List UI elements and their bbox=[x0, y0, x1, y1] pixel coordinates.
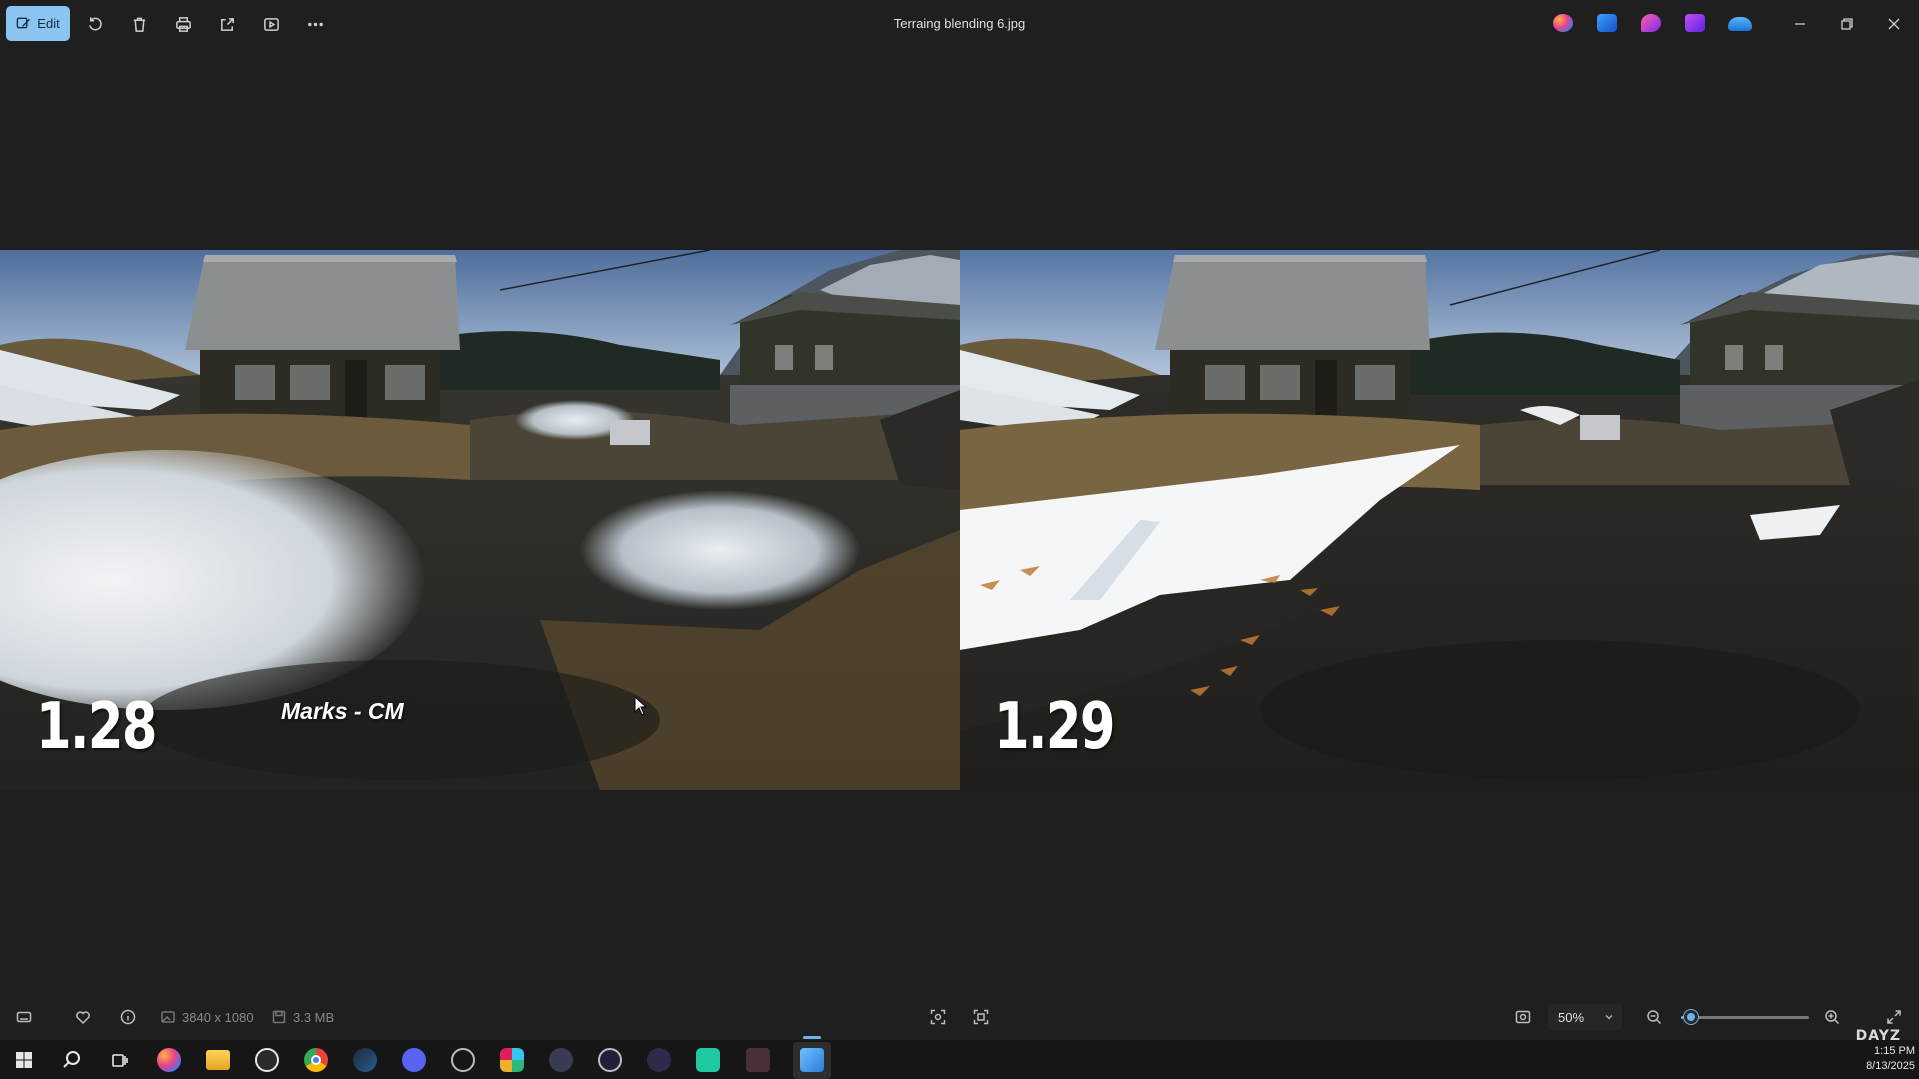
task-view-icon[interactable] bbox=[108, 1048, 132, 1072]
file-explorer-icon[interactable] bbox=[206, 1050, 230, 1070]
expand-icon bbox=[1887, 1010, 1901, 1024]
version-label-right: 1.29 bbox=[994, 690, 1116, 764]
actual-size-button[interactable] bbox=[1515, 1007, 1531, 1027]
heart-icon bbox=[76, 1011, 90, 1025]
windows-start-icon[interactable] bbox=[12, 1048, 36, 1072]
discord-icon[interactable] bbox=[402, 1048, 426, 1072]
zoom-in-icon bbox=[1825, 1010, 1840, 1025]
obs-icon[interactable] bbox=[255, 1048, 279, 1072]
more-icon bbox=[307, 22, 323, 26]
zoom-out-button[interactable] bbox=[1646, 1007, 1662, 1027]
onedrive-icon[interactable] bbox=[1728, 17, 1752, 31]
zoom-slider-thumb[interactable] bbox=[1684, 1010, 1698, 1024]
dimensions-text: 3840 x 1080 bbox=[182, 1009, 254, 1025]
version-label-left: 1.28 bbox=[36, 690, 158, 764]
delete-button[interactable] bbox=[124, 9, 154, 39]
clipchamp-icon[interactable] bbox=[1641, 14, 1661, 32]
edit-button[interactable]: Edit bbox=[6, 6, 70, 41]
designer-icon[interactable] bbox=[1597, 14, 1617, 32]
edit-icon bbox=[17, 17, 31, 29]
mouse-cursor-icon bbox=[634, 696, 648, 716]
zoom-in-button[interactable] bbox=[1824, 1007, 1840, 1027]
filmstrip-toggle-button[interactable] bbox=[16, 1007, 32, 1027]
comparison-image-right: 1.29 bbox=[960, 250, 1919, 790]
save-disk-icon bbox=[272, 1010, 286, 1024]
favorite-button[interactable] bbox=[75, 1007, 91, 1027]
share-icon bbox=[220, 17, 234, 31]
minimize-icon bbox=[1795, 23, 1805, 25]
file-info-button[interactable] bbox=[120, 1007, 136, 1027]
clock-time: 1:15 PM bbox=[1874, 1045, 1915, 1057]
app-icon-12[interactable] bbox=[647, 1048, 671, 1072]
zoom-out-icon bbox=[1647, 1010, 1662, 1025]
rotate-button[interactable] bbox=[80, 9, 110, 39]
app-icon-10[interactable] bbox=[549, 1048, 573, 1072]
window-title: Terraing blending 6.jpg bbox=[893, 16, 1026, 31]
caption-label: Marks - CM bbox=[281, 698, 404, 724]
image-canvas[interactable]: 1.28 Marks - CM 1.29 bbox=[0, 250, 1919, 790]
ocr-scan-button[interactable] bbox=[973, 1007, 989, 1027]
system-clock[interactable]: 1:15 PM 8/13/2025 bbox=[1866, 1044, 1915, 1074]
print-icon bbox=[175, 16, 191, 32]
more-options-button[interactable] bbox=[300, 9, 330, 39]
info-icon bbox=[120, 1009, 136, 1025]
chrome-icon[interactable] bbox=[304, 1048, 328, 1072]
image-dimensions: 3840 x 1080 bbox=[160, 1007, 254, 1027]
create-icon[interactable] bbox=[1685, 14, 1705, 32]
image-icon bbox=[161, 1011, 175, 1023]
fullscreen-button[interactable] bbox=[1886, 1007, 1902, 1027]
copilot-icon[interactable] bbox=[157, 1048, 181, 1072]
brand-overlay: DAYZ bbox=[1855, 1028, 1901, 1044]
visual-search-icon bbox=[930, 1009, 946, 1025]
chevron-down-icon bbox=[1605, 1015, 1613, 1020]
windows-taskbar: 1:15 PM 8/13/2025 bbox=[0, 1040, 1919, 1079]
app-icon-13[interactable] bbox=[696, 1048, 720, 1072]
clock-date: 8/13/2025 bbox=[1866, 1060, 1915, 1072]
slideshow-icon bbox=[263, 17, 279, 31]
status-bar: 3840 x 1080 3.3 MB 50% bbox=[0, 1000, 1919, 1034]
zoom-dropdown[interactable]: 50% bbox=[1548, 1004, 1622, 1030]
restore-button[interactable] bbox=[1827, 8, 1867, 40]
slideshow-button[interactable] bbox=[256, 9, 286, 39]
scan-text-icon bbox=[973, 1009, 989, 1025]
photos-icon[interactable] bbox=[800, 1048, 824, 1072]
minimize-button[interactable] bbox=[1780, 8, 1820, 40]
zoom-slider[interactable] bbox=[1681, 1010, 1809, 1024]
slack-icon[interactable] bbox=[500, 1048, 524, 1072]
print-button[interactable] bbox=[168, 9, 198, 39]
taskbar-active-indicator bbox=[803, 1036, 821, 1039]
search-icon[interactable] bbox=[60, 1048, 84, 1072]
delete-icon bbox=[133, 17, 145, 32]
restore-icon bbox=[1841, 18, 1853, 30]
app-icon-8[interactable] bbox=[451, 1048, 475, 1072]
steam-icon[interactable] bbox=[353, 1048, 377, 1072]
close-icon bbox=[1888, 18, 1900, 30]
filmstrip-icon bbox=[16, 1011, 32, 1023]
copilot-icon[interactable] bbox=[1553, 14, 1573, 32]
photos-app-window: Edit Terraing blending 6.jpg 1.28 Marks … bbox=[0, 0, 1919, 1079]
zoom-value: 50% bbox=[1558, 1009, 1585, 1025]
visual-search-button[interactable] bbox=[930, 1007, 946, 1027]
share-button[interactable] bbox=[212, 9, 242, 39]
actual-size-icon bbox=[1515, 1010, 1531, 1024]
comparison-image-left: 1.28 Marks - CM bbox=[0, 250, 960, 790]
file-size: 3.3 MB bbox=[271, 1007, 334, 1027]
title-bar: Edit Terraing blending 6.jpg bbox=[0, 0, 1919, 48]
app-icon-14[interactable] bbox=[746, 1048, 770, 1072]
media-player-icon[interactable] bbox=[598, 1048, 622, 1072]
file-size-text: 3.3 MB bbox=[293, 1009, 335, 1025]
edit-label: Edit bbox=[37, 16, 60, 31]
rotate-icon bbox=[88, 16, 102, 31]
close-button[interactable] bbox=[1874, 8, 1914, 40]
